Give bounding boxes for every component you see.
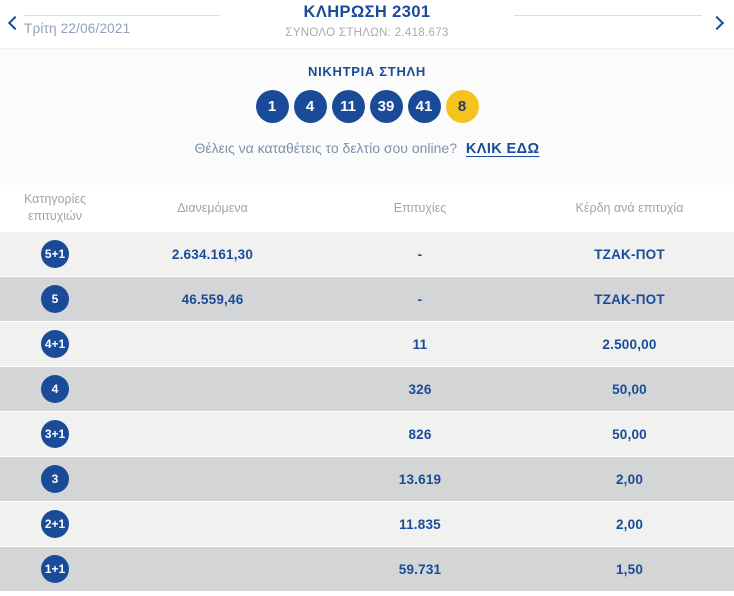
- distributed-value: 46.559,46: [181, 291, 244, 307]
- number-ball: 11: [331, 90, 365, 123]
- table-row: 1+1 59.731 1,50: [0, 547, 734, 592]
- category-badge: 4: [41, 375, 69, 403]
- winners-value: 59.731: [398, 561, 442, 577]
- prize-table-header: Κατηγορίες επιτυχιών Διανεμόμενα Επιτυχί…: [0, 184, 734, 232]
- draw-header: Τρίτη 22/06/2021 ΚΛΗΡΩΣΗ 2301 ΣΥΝΟΛΟ ΣΤΗ…: [0, 0, 734, 48]
- prize-value: 2,00: [615, 471, 644, 487]
- winners-value: 11.835: [399, 516, 441, 532]
- prize-value: 50,00: [612, 381, 647, 397]
- category-badge: 1+1: [41, 555, 69, 583]
- table-row: 2+1 11.835 2,00: [0, 502, 734, 547]
- table-row: 3 13.619 2,00: [0, 457, 734, 502]
- draw-title: ΚΛΗΡΩΣΗ 2301: [303, 3, 431, 21]
- winning-column-title: ΝΙΚΗΤΡΙΑ ΣΤΗΛΗ: [308, 64, 426, 79]
- table-row: 3+1 826 50,00: [0, 412, 734, 457]
- winners-value: 13.619: [398, 471, 442, 487]
- divider-line-right: [514, 15, 702, 16]
- number-ball: 4: [293, 90, 327, 123]
- number-ball: 1: [255, 90, 289, 123]
- winners-value: -: [417, 291, 423, 307]
- chevron-right-icon: [709, 15, 725, 31]
- prize-value: 50,00: [612, 426, 647, 442]
- table-row: 4+1 11 2.500,00: [0, 322, 734, 367]
- column-header-prize: Κέρδη ανά επιτυχία: [575, 200, 684, 215]
- category-badge: 5+1: [41, 240, 69, 268]
- column-header-distributed: Διανεμόμενα: [177, 200, 248, 215]
- category-badge: 5: [41, 285, 69, 313]
- category-badge: 2+1: [41, 510, 69, 538]
- category-badge: 3: [41, 465, 69, 493]
- winners-value: 11: [412, 336, 428, 352]
- prize-value: 1,50: [615, 561, 644, 577]
- number-ball: 41: [407, 90, 441, 123]
- prize-value: 2,00: [615, 516, 644, 532]
- category-badge: 4+1: [41, 330, 69, 358]
- prize-value: ΤΖΑΚ-ΠΟΤ: [594, 246, 665, 262]
- winners-value: 826: [408, 426, 432, 442]
- click-here-link[interactable]: ΚΛΙΚ ΕΔΩ: [466, 141, 540, 157]
- total-columns-label: ΣΥΝΟΛΟ ΣΤΗΛΩΝ: 2.418.673: [285, 27, 449, 39]
- online-cta-text: Θέλεις να καταθέτεις το δελτίο σου onlin…: [194, 140, 457, 156]
- winning-numbers-row: 1 4 11 39 41 8: [0, 90, 734, 123]
- winning-numbers-section: ΝΙΚΗΤΡΙΑ ΣΤΗΛΗ 1 4 11 39 41 8 Θέλεις να …: [0, 48, 734, 185]
- prize-value: 2.500,00: [602, 336, 657, 352]
- joker-number-ball: 8: [445, 90, 479, 123]
- winners-value: -: [417, 246, 423, 262]
- column-header-winners: Επιτυχίες: [393, 200, 447, 215]
- chevron-left-icon: [7, 15, 23, 31]
- category-badge: 3+1: [41, 420, 69, 448]
- prize-table: Κατηγορίες επιτυχιών Διανεμόμενα Επιτυχί…: [0, 184, 734, 592]
- draw-title-block: ΚΛΗΡΩΣΗ 2301 ΣΥΝΟΛΟ ΣΤΗΛΩΝ: 2.418.673: [167, 3, 567, 39]
- draw-results-page: Τρίτη 22/06/2021 ΚΛΗΡΩΣΗ 2301 ΣΥΝΟΛΟ ΣΤΗ…: [0, 0, 734, 596]
- table-row: 5+1 2.634.161,30 - ΤΖΑΚ-ΠΟΤ: [0, 232, 734, 277]
- online-cta: Θέλεις να καταθέτεις το δελτίο σου onlin…: [0, 140, 734, 157]
- table-row: 5 46.559,46 - ΤΖΑΚ-ΠΟΤ: [0, 277, 734, 322]
- next-draw-button[interactable]: [706, 11, 728, 33]
- distributed-value: 2.634.161,30: [171, 246, 254, 262]
- winners-value: 326: [408, 381, 432, 397]
- table-row: 4 326 50,00: [0, 367, 734, 412]
- previous-draw-button[interactable]: [4, 11, 26, 33]
- prize-value: ΤΖΑΚ-ΠΟΤ: [594, 291, 665, 307]
- number-ball: 39: [369, 90, 403, 123]
- column-header-categories: Κατηγορίες επιτυχιών: [24, 192, 86, 223]
- draw-date-label: Τρίτη 22/06/2021: [24, 21, 131, 36]
